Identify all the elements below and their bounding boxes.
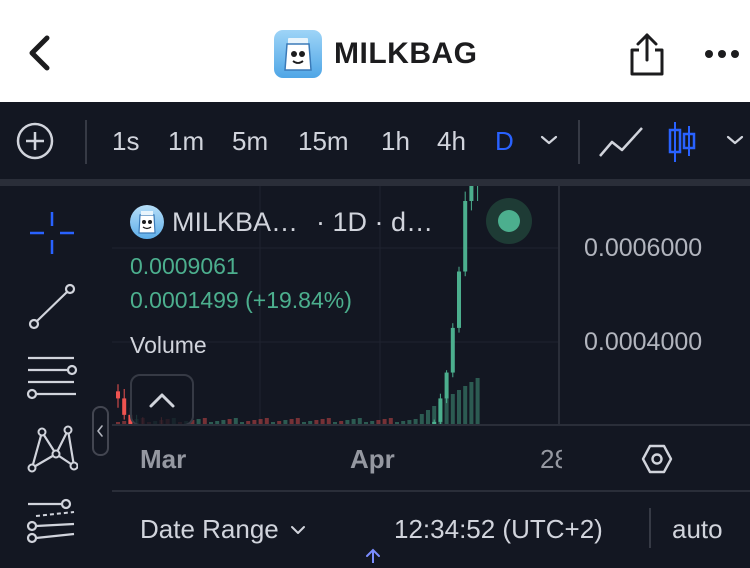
candle-body — [450, 327, 455, 373]
share-icon — [630, 33, 664, 76]
candle-body — [457, 271, 461, 328]
interval-5m[interactable]: 5m — [232, 126, 268, 156]
auto-scale-button[interactable]: auto — [672, 514, 723, 545]
time-axis-label: Apr — [350, 444, 395, 474]
share-button[interactable] — [626, 30, 668, 78]
chart-settings-button[interactable] — [640, 442, 674, 476]
volume-bar — [426, 410, 430, 424]
interval-1h[interactable]: 1h — [381, 126, 410, 156]
volume-bar — [457, 390, 461, 424]
toolbar-chart-divider — [0, 179, 750, 186]
chart-type-dropdown[interactable] — [724, 132, 746, 148]
forecast-tool[interactable] — [26, 496, 78, 546]
candle-body — [469, 186, 474, 201]
line-chart-icon — [599, 127, 643, 157]
legend-volume-label: Volume — [130, 332, 207, 358]
chevron-left-icon — [29, 35, 50, 71]
pattern-icon — [27, 425, 79, 473]
volume-bar — [475, 378, 480, 424]
candlestick-chart-button[interactable] — [667, 120, 697, 164]
top-bar: MILKBAG — [0, 0, 750, 102]
chart-toolbar: 1s 1m 5m 15m 1h 4h D — [0, 102, 750, 179]
chevron-down-icon — [290, 525, 305, 534]
price-axis-label: 0.0004000 — [584, 328, 703, 356]
chevron-up-icon — [149, 393, 175, 408]
pattern-tool[interactable] — [26, 424, 79, 474]
hexagon-settings-icon — [641, 444, 673, 474]
expand-panel-button[interactable] — [130, 374, 194, 426]
date-range-button[interactable]: Date Range — [140, 514, 307, 545]
plus-circle-icon — [16, 122, 54, 160]
price-axis[interactable]: 0.0006000 0.0004000 — [558, 186, 750, 424]
interval-d[interactable]: D — [495, 126, 514, 156]
time-axis-label: Mar — [140, 444, 187, 474]
candle-body — [122, 398, 127, 415]
volume-bar — [419, 414, 424, 424]
interval-4h[interactable]: 4h — [437, 126, 466, 156]
candle-body — [444, 372, 449, 399]
chevron-down-icon — [726, 135, 744, 145]
legend-symbol: MILKBA… — [172, 206, 299, 237]
chevron-left-icon — [97, 425, 103, 437]
fib-retracement-tool[interactable] — [26, 352, 78, 402]
candle-body — [116, 391, 120, 399]
volume-bar — [450, 394, 455, 424]
toolbar-collapse-handle[interactable] — [92, 406, 109, 456]
drawing-toolbar — [0, 186, 104, 561]
legend-price: 0.0009061 — [130, 253, 239, 279]
toolbar-divider — [578, 120, 580, 164]
price-axis-label: 0.0006000 — [584, 234, 703, 262]
status-dot-icon — [498, 210, 520, 232]
volume-bar — [444, 398, 449, 424]
legend-interval: · 1D · d… — [316, 206, 434, 237]
volume-bar — [438, 402, 443, 424]
page-title: MILKBAG — [334, 37, 478, 70]
chart-legend-header[interactable]: MILKBA… · 1D · d… — [130, 204, 433, 240]
chevron-down-icon — [540, 135, 558, 145]
volume-bar — [469, 382, 474, 424]
line-chart-button[interactable] — [598, 124, 644, 160]
header-title: MILKBAG — [274, 29, 477, 79]
volume-bar — [463, 386, 468, 424]
time-axis-label: 28 — [540, 444, 562, 474]
interval-1m[interactable]: 1m — [168, 126, 204, 156]
horizontal-lines-icon — [26, 356, 78, 400]
add-symbol-button[interactable] — [15, 121, 55, 161]
market-status-indicator[interactable] — [486, 198, 532, 244]
interval-1s[interactable]: 1s — [112, 126, 139, 156]
candle-body — [463, 201, 468, 272]
back-button[interactable] — [20, 30, 60, 76]
interval-dropdown[interactable] — [538, 132, 560, 148]
ellipsis-icon — [705, 50, 739, 58]
timezone-clock[interactable]: 12:34:52 (UTC+2) — [394, 514, 603, 545]
bottom-divider — [649, 508, 651, 548]
legend-change: 0.0001499 (+19.84%) — [130, 287, 352, 313]
symbol-logo-icon — [130, 205, 164, 239]
more-button[interactable] — [702, 44, 742, 64]
trend-line-icon — [28, 283, 76, 330]
time-axis[interactable]: Mar Apr 28 — [112, 424, 750, 490]
interval-15m[interactable]: 15m — [298, 126, 349, 156]
candlestick-icon — [668, 122, 696, 162]
crosshair-tool[interactable] — [26, 208, 78, 258]
bottom-bar: Date Range 12:34:52 (UTC+2) auto — [112, 490, 750, 563]
date-range-label: Date Range — [140, 514, 279, 544]
forecast-icon — [26, 498, 75, 544]
milkbag-logo-icon — [274, 30, 322, 78]
crosshair-icon — [30, 212, 74, 254]
trend-line-tool[interactable] — [26, 282, 78, 332]
volume-bar — [432, 406, 437, 424]
toolbar-divider — [85, 120, 87, 164]
